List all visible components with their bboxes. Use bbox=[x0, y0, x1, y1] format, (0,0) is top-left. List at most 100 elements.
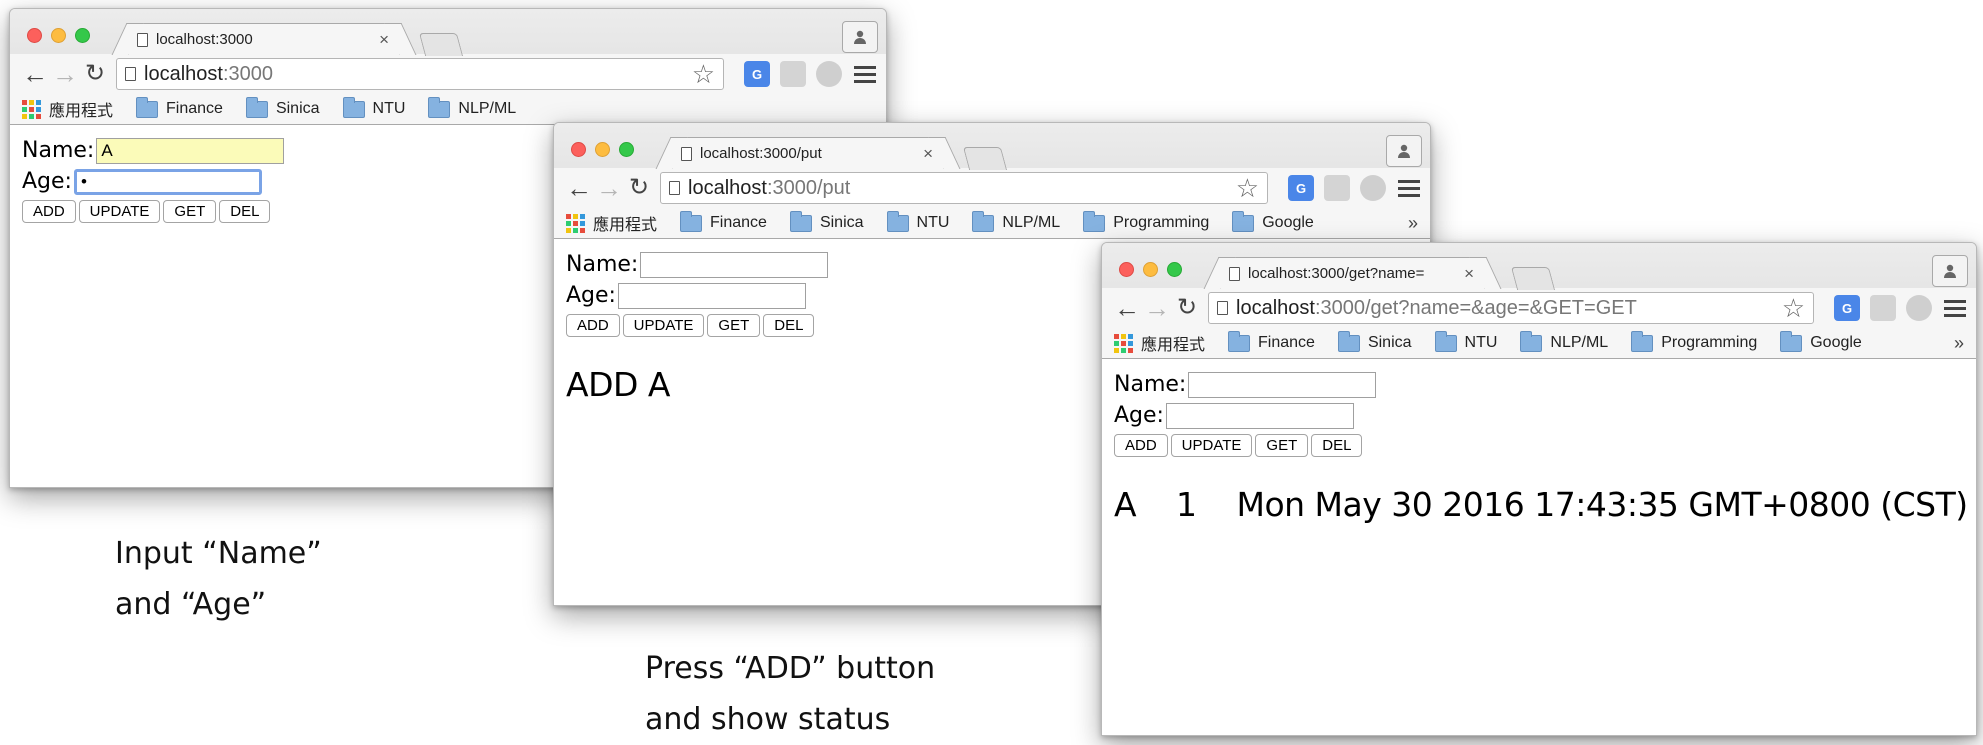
minimize-window-button[interactable] bbox=[595, 142, 610, 157]
profile-button[interactable] bbox=[842, 21, 878, 53]
bookmark-apps[interactable]: 應用程式 bbox=[566, 211, 657, 235]
extension-icon[interactable] bbox=[1870, 295, 1896, 321]
bookmark-overflow-button[interactable]: » bbox=[1954, 333, 1964, 354]
update-button[interactable]: UPDATE bbox=[1170, 434, 1253, 457]
get-button[interactable]: GET bbox=[163, 200, 217, 223]
bookmark-folder[interactable]: Finance bbox=[136, 96, 223, 118]
profile-button[interactable] bbox=[1932, 255, 1968, 287]
reload-icon[interactable]: ↻ bbox=[1172, 293, 1202, 323]
bookmark-folder[interactable]: Sinica bbox=[789, 210, 864, 232]
new-tab-button[interactable] bbox=[962, 147, 1008, 170]
reload-icon[interactable]: ↻ bbox=[80, 59, 110, 89]
bookmark-folder[interactable]: Finance bbox=[680, 210, 767, 232]
zoom-window-button[interactable] bbox=[1167, 262, 1182, 277]
get-button[interactable]: GET bbox=[1255, 434, 1309, 457]
minimize-window-button[interactable] bbox=[1143, 262, 1158, 277]
reload-icon[interactable]: ↻ bbox=[624, 173, 654, 203]
age-label: Age: bbox=[22, 169, 72, 194]
extension-icon[interactable] bbox=[1324, 175, 1350, 201]
del-button[interactable]: DEL bbox=[1311, 434, 1363, 457]
address-bar[interactable]: localhost:3000/put ☆ bbox=[660, 172, 1268, 204]
tab-close-icon[interactable]: × bbox=[1464, 264, 1474, 284]
bookmark-label: Finance bbox=[1258, 334, 1315, 351]
bookmark-folder[interactable]: Programming bbox=[1631, 330, 1757, 352]
browser-tab[interactable]: localhost:3000/put × bbox=[672, 137, 944, 169]
tab-close-icon[interactable]: × bbox=[379, 30, 389, 50]
extension-icon[interactable] bbox=[1360, 175, 1386, 201]
bookmark-star-icon[interactable]: ☆ bbox=[692, 59, 715, 90]
bookmark-overflow-button[interactable]: » bbox=[1408, 213, 1418, 234]
extension-icon[interactable] bbox=[780, 61, 806, 87]
close-window-button[interactable] bbox=[571, 142, 586, 157]
back-arrow-icon[interactable]: ← bbox=[564, 173, 594, 203]
forward-arrow-icon[interactable]: → bbox=[50, 59, 80, 89]
new-tab-button[interactable] bbox=[418, 33, 464, 56]
browser-tab[interactable]: localhost:3000 × bbox=[128, 23, 400, 55]
bookmark-folder[interactable]: NTU bbox=[1434, 330, 1497, 352]
bookmark-folder[interactable]: Sinica bbox=[245, 96, 320, 118]
add-button[interactable]: ADD bbox=[1114, 434, 1168, 457]
back-arrow-icon[interactable]: ← bbox=[1112, 293, 1142, 323]
google-translate-icon[interactable]: G bbox=[744, 61, 770, 87]
browser-chrome: localhost:3000/get?name= × ← → ↻ localho… bbox=[1102, 243, 1976, 359]
menu-icon[interactable] bbox=[1944, 296, 1966, 321]
bookmark-apps[interactable]: 應用程式 bbox=[1114, 331, 1205, 355]
bookmark-folder[interactable]: NLP/ML bbox=[428, 96, 516, 118]
add-button[interactable]: ADD bbox=[566, 314, 620, 337]
bookmark-apps[interactable]: 應用程式 bbox=[22, 97, 113, 121]
minimize-window-button[interactable] bbox=[51, 28, 66, 43]
extension-icon[interactable] bbox=[1906, 295, 1932, 321]
del-button[interactable]: DEL bbox=[763, 314, 815, 337]
bookmark-label: Google bbox=[1810, 334, 1862, 351]
profile-button[interactable] bbox=[1386, 135, 1422, 167]
age-input[interactable] bbox=[73, 168, 262, 195]
folder-icon bbox=[1083, 210, 1106, 232]
del-button[interactable]: DEL bbox=[219, 200, 271, 223]
update-button[interactable]: UPDATE bbox=[78, 200, 161, 223]
browser-tab[interactable]: localhost:3000/get?name= × bbox=[1220, 257, 1485, 289]
address-bar[interactable]: localhost:3000/get?name=&age=&GET=GET ☆ bbox=[1208, 292, 1814, 324]
close-window-button[interactable] bbox=[27, 28, 42, 43]
bookmark-folder[interactable]: Programming bbox=[1083, 210, 1209, 232]
bookmark-folder[interactable]: NTU bbox=[342, 96, 405, 118]
update-button[interactable]: UPDATE bbox=[622, 314, 705, 337]
folder-icon bbox=[1232, 210, 1255, 232]
close-window-button[interactable] bbox=[1119, 262, 1134, 277]
get-button[interactable]: GET bbox=[707, 314, 761, 337]
age-input[interactable] bbox=[617, 282, 806, 309]
google-translate-icon[interactable]: G bbox=[1288, 175, 1314, 201]
back-arrow-icon[interactable]: ← bbox=[20, 59, 50, 89]
address-bar[interactable]: localhost:3000 ☆ bbox=[116, 58, 724, 90]
window-controls bbox=[27, 28, 90, 43]
bookmark-folder[interactable]: NTU bbox=[886, 210, 949, 232]
profile-icon bbox=[1944, 264, 1956, 278]
bookmark-label: Finance bbox=[166, 100, 223, 117]
bookmark-label: Sinica bbox=[1367, 334, 1412, 351]
name-input[interactable] bbox=[640, 251, 829, 278]
menu-icon[interactable] bbox=[854, 62, 876, 87]
name-input[interactable] bbox=[96, 137, 285, 164]
new-tab-button[interactable] bbox=[1510, 267, 1556, 290]
bookmark-star-icon[interactable]: ☆ bbox=[1236, 173, 1259, 204]
bookmark-label: NLP/ML bbox=[1002, 214, 1061, 231]
bookmark-folder[interactable]: Sinica bbox=[1337, 330, 1412, 352]
menu-icon[interactable] bbox=[1398, 176, 1420, 201]
bookmark-folder[interactable]: Google bbox=[1232, 210, 1314, 232]
zoom-window-button[interactable] bbox=[619, 142, 634, 157]
bookmark-folder[interactable]: Google bbox=[1780, 330, 1862, 352]
bookmark-folder[interactable]: NLP/ML bbox=[972, 210, 1061, 232]
forward-arrow-icon[interactable]: → bbox=[1142, 293, 1172, 323]
name-input[interactable] bbox=[1188, 371, 1377, 398]
extension-icon[interactable] bbox=[816, 61, 842, 87]
age-input[interactable] bbox=[1165, 402, 1354, 429]
zoom-window-button[interactable] bbox=[75, 28, 90, 43]
title-bar: localhost:3000/put × bbox=[554, 123, 1430, 170]
google-translate-icon[interactable]: G bbox=[1834, 295, 1860, 321]
folder-icon bbox=[1228, 330, 1251, 352]
bookmark-folder[interactable]: Finance bbox=[1228, 330, 1315, 352]
forward-arrow-icon[interactable]: → bbox=[594, 173, 624, 203]
add-button[interactable]: ADD bbox=[22, 200, 76, 223]
tab-close-icon[interactable]: × bbox=[923, 144, 933, 164]
bookmark-star-icon[interactable]: ☆ bbox=[1782, 293, 1805, 324]
bookmark-folder[interactable]: NLP/ML bbox=[1520, 330, 1608, 352]
